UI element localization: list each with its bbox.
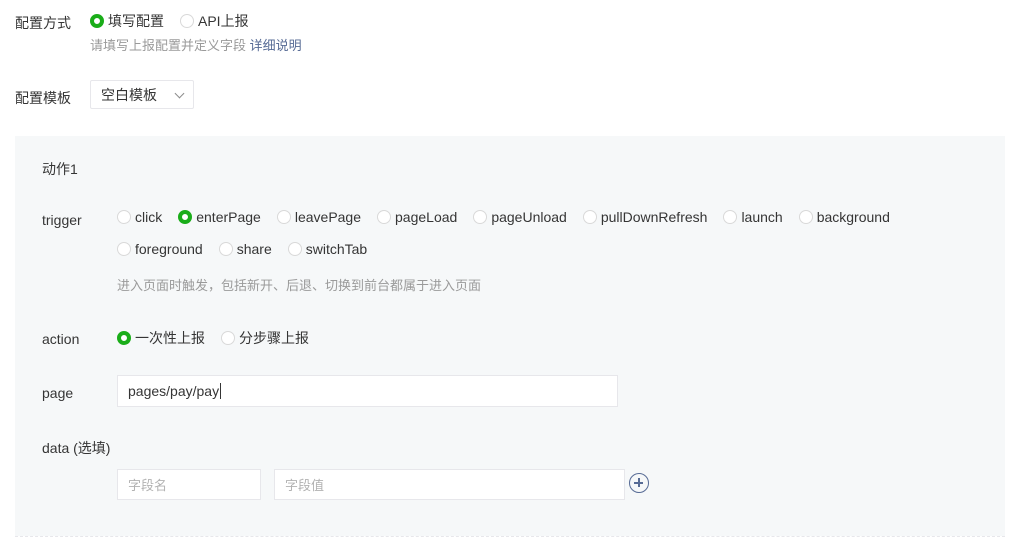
config-method-option-api[interactable]: API上报 [180,11,249,31]
radio-label: foreground [135,241,203,257]
radio-icon [178,210,193,224]
field-name-input[interactable]: 字段名 [117,469,261,500]
details-link[interactable]: 详细说明 [250,38,302,53]
radio-icon [117,242,131,256]
trigger-option-pageunload[interactable]: pageUnload [473,209,567,225]
trigger-option-switchtab[interactable]: switchTab [287,241,368,257]
radio-label: background [816,209,890,225]
config-template-label: 配置模板 [15,90,71,106]
radio-label: enterPage [196,209,261,225]
radio-label: pullDownRefresh [600,209,708,225]
data-label: data (选填) [42,440,111,456]
radio-icon [287,242,302,256]
radio-icon [377,210,392,224]
trigger-option-launch[interactable]: launch [723,209,783,225]
radio-label: pageLoad [395,209,458,225]
radio-label: share [236,241,272,257]
radio-label: 分步骤上报 [239,330,309,346]
radio-icon [276,210,291,224]
config-method-radio-group: 填写配置 API上报 [90,11,265,31]
config-method-hint: 请填写上报配置并定义字段 详细说明 [90,35,302,54]
text-caret [220,383,222,399]
radio-label: 填写配置 [108,13,164,29]
trigger-option-pageload[interactable]: pageLoad [377,209,457,225]
action-radio-group: 一次性上报 分步骤上报 [117,328,325,348]
radio-label: switchTab [305,241,368,257]
trigger-option-click[interactable]: click [117,209,162,225]
config-template-selected-value: 空白模板 [101,86,157,103]
field-name-placeholder: 字段名 [128,478,168,493]
trigger-option-foreground[interactable]: foreground [117,241,203,257]
action-title: 动作1 [42,161,78,177]
radio-label: API上报 [198,13,249,29]
radio-icon [723,210,738,224]
page-label: page [42,385,74,401]
radio-icon [218,242,233,256]
radio-icon [180,14,194,28]
trigger-option-background[interactable]: background [798,209,890,225]
config-method-hint-text: 请填写上报配置并定义字段 [90,38,247,53]
trigger-option-leavepage[interactable]: leavePage [276,209,362,225]
radio-label: leavePage [294,209,362,225]
radio-icon [473,210,488,224]
radio-icon [117,210,131,224]
radio-icon [798,210,813,224]
radio-icon [117,331,131,345]
trigger-option-pulldownrefresh[interactable]: pullDownRefresh [582,209,708,225]
config-method-label: 配置方式 [15,15,71,31]
trigger-option-share[interactable]: share [218,241,272,257]
config-template-select[interactable]: 空白模板 [90,80,194,109]
panel-divider [15,536,1005,537]
trigger-option-enterpage[interactable]: enterPage [178,209,261,225]
field-value-placeholder: 字段值 [285,478,325,493]
trigger-radio-group-row1: click enterPage leavePage pageLoad pageU… [117,209,906,225]
radio-label: 一次性上报 [135,330,205,346]
trigger-radio-group-row2: foreground share switchTab [117,241,383,257]
config-method-option-fill[interactable]: 填写配置 [90,11,164,31]
radio-icon [582,210,597,224]
add-circle-icon[interactable] [629,473,649,493]
chevron-down-icon [174,88,185,99]
page-input-value: pages/pay/pay [128,383,220,399]
trigger-hint: 进入页面时触发，包括新开、后退、切换到前台都属于进入页面 [117,278,482,293]
field-value-input[interactable]: 字段值 [274,469,625,500]
radio-label: pageUnload [491,209,567,225]
action-option-once[interactable]: 一次性上报 [117,328,205,348]
page-input[interactable]: pages/pay/pay [117,375,618,407]
action-label: action [42,331,80,347]
radio-label: launch [741,209,783,225]
radio-icon [90,14,104,28]
radio-icon [221,331,235,345]
action-option-steps[interactable]: 分步骤上报 [221,328,309,348]
radio-label: click [135,209,163,225]
trigger-label: trigger [42,212,82,228]
